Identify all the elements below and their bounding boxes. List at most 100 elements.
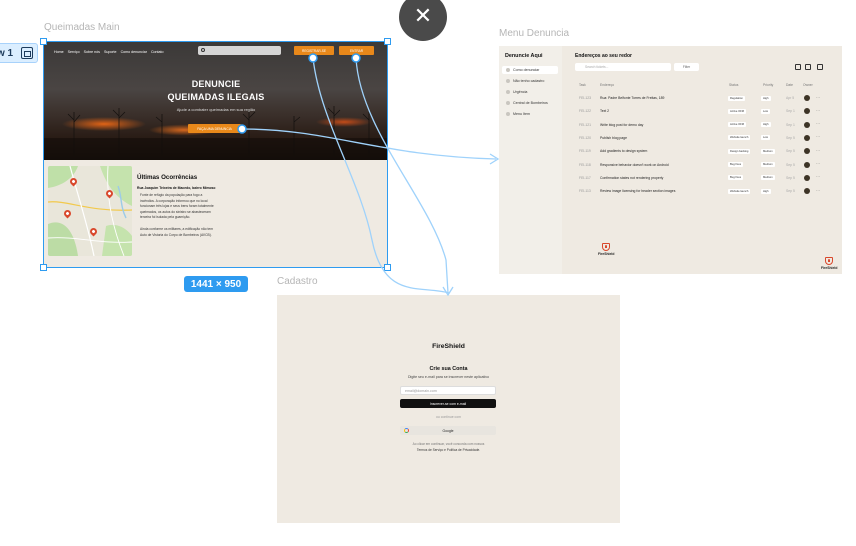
more-options-icon[interactable]: ··· xyxy=(816,134,820,139)
avatar[interactable] xyxy=(804,134,810,141)
avatar[interactable] xyxy=(804,121,810,128)
ticket-date: Sep 5 xyxy=(786,135,795,140)
email-field[interactable]: email@domain.com xyxy=(400,386,496,395)
frame-label-menu[interactable]: Menu Denuncia xyxy=(499,28,569,39)
ticket-title[interactable]: Responsive behavior doesn't work on Andr… xyxy=(600,163,669,167)
status-badge: Bug fixes xyxy=(728,175,744,181)
circle-icon xyxy=(506,112,510,116)
resize-handle-bottom-right[interactable] xyxy=(384,264,391,271)
signup-title: Crie sua Conta xyxy=(429,366,468,372)
ticket-date: Sep 5 xyxy=(786,162,795,167)
frame-label-main[interactable]: Queimadas Main xyxy=(44,22,120,33)
signup-subtitle: Digite seu e-mail para se inscrever nest… xyxy=(407,375,490,379)
avatar[interactable] xyxy=(804,188,810,195)
table-header-address: Endereço xyxy=(600,83,615,87)
ticket-title[interactable]: Write blog post for demo day xyxy=(600,123,643,127)
avatar[interactable] xyxy=(804,148,810,155)
play-flow-icon[interactable] xyxy=(21,47,34,59)
more-options-icon[interactable]: ··· xyxy=(816,95,820,100)
avatar[interactable] xyxy=(804,174,810,181)
circle-icon xyxy=(506,90,510,94)
table-header-priority: Priority xyxy=(763,83,774,87)
more-options-icon[interactable]: ··· xyxy=(816,148,820,153)
calendar-view-icon[interactable] xyxy=(817,64,823,70)
sidebar-item-label: Central de Bombeiros xyxy=(513,101,548,105)
ticket-id[interactable]: FEI-117 xyxy=(579,176,591,180)
frame-cadastro[interactable]: FireShield Crie sua Conta Digite seu e-m… xyxy=(277,295,620,523)
ticket-id[interactable]: FEI-121 xyxy=(579,123,591,127)
sidebar-item-label: Como denunciar xyxy=(513,68,540,72)
avatar[interactable] xyxy=(804,161,810,168)
circle-icon xyxy=(506,79,510,83)
ticket-id[interactable]: FEI-122 xyxy=(579,109,591,113)
table-header-status: Status xyxy=(729,83,739,87)
status-badge: Regulation xyxy=(728,95,745,101)
status-badge: Active OFM xyxy=(728,108,747,114)
priority-badge: High xyxy=(761,122,771,128)
terms-link[interactable]: Termos de Serviço e Política de Privacid… xyxy=(277,448,620,452)
flow-start-label: w 1 xyxy=(0,47,14,59)
fireshield-logo: FireShield xyxy=(598,243,614,256)
sidebar-item-urgencia[interactable]: Urgência xyxy=(502,88,558,96)
ticket-title[interactable]: Text 2 xyxy=(600,109,609,113)
priority-badge: Medium xyxy=(761,175,775,181)
avatar[interactable] xyxy=(804,108,810,115)
selection-size-badge: 1441 × 950 xyxy=(184,276,248,292)
more-options-icon[interactable]: ··· xyxy=(816,174,820,179)
resize-handle-top-left[interactable] xyxy=(40,38,47,45)
ticket-title[interactable]: Add gradients to design system xyxy=(600,149,647,153)
avatar[interactable] xyxy=(804,95,810,101)
ticket-search-input[interactable]: Search tickets... xyxy=(575,63,671,71)
google-icon xyxy=(404,428,409,433)
circle-icon xyxy=(506,101,510,105)
ticket-title[interactable]: Review image licensing for header sectio… xyxy=(600,189,675,193)
close-icon: ✕ xyxy=(413,4,433,29)
priority-badge: High xyxy=(761,188,771,194)
status-badge: Design backlog xyxy=(728,148,751,154)
more-options-icon[interactable]: ··· xyxy=(816,108,820,113)
email-signup-button[interactable]: Inscrever-se com e-mail xyxy=(400,399,496,408)
frame-menu-denuncia[interactable]: Denuncie Aqui Como denunciar Não tenho c… xyxy=(499,46,842,274)
circle-icon xyxy=(506,68,510,72)
status-badge: Bug fixes xyxy=(728,162,744,167)
ticket-title[interactable]: Publish blog page xyxy=(600,136,627,140)
frame-label-cadastro[interactable]: Cadastro xyxy=(277,276,318,287)
brand-name: FireShield xyxy=(821,266,838,270)
filter-button[interactable]: Filter xyxy=(674,63,699,71)
or-divider: ou continue com xyxy=(436,415,461,419)
google-signin-button[interactable]: Google xyxy=(400,426,496,435)
google-label: Google xyxy=(442,428,454,433)
flow-start-tag[interactable]: w 1 xyxy=(0,43,39,63)
ticket-id[interactable]: FEI-118 xyxy=(579,163,591,167)
ticket-date: Sep 1 xyxy=(786,109,795,114)
sidebar-item-como-denunciar[interactable]: Como denunciar xyxy=(502,66,558,74)
resize-handle-bottom-left[interactable] xyxy=(40,264,47,271)
priority-badge: High xyxy=(761,95,771,101)
table-header-date: Date xyxy=(786,83,793,87)
status-badge: Website launch xyxy=(728,188,751,194)
ticket-id[interactable]: FEI-123 xyxy=(579,96,591,100)
shield-icon xyxy=(825,257,834,265)
grid-view-icon[interactable] xyxy=(805,64,811,70)
ticket-date: Apr 5 xyxy=(786,96,795,100)
ticket-title[interactable]: Rua: Padre Belfonte Torres de Freitas, 1… xyxy=(600,96,664,100)
ticket-id[interactable]: FEI-119 xyxy=(579,149,591,153)
ticket-title[interactable]: Confirmation states not rendering proper… xyxy=(600,176,663,180)
sidebar-item-label: Não tenho cadastro xyxy=(513,79,545,83)
close-button[interactable]: ✕ xyxy=(399,0,447,41)
more-options-icon[interactable]: ··· xyxy=(816,121,820,126)
resize-handle-top-right[interactable] xyxy=(384,38,391,45)
sidebar-item-sem-cadastro[interactable]: Não tenho cadastro xyxy=(502,77,558,85)
status-badge: Website launch xyxy=(728,135,751,141)
arrow-head-icon xyxy=(489,153,500,165)
sidebar-item-menu-item[interactable]: Menu Item xyxy=(502,110,558,118)
more-options-icon[interactable]: ··· xyxy=(816,188,820,193)
list-view-icon[interactable] xyxy=(795,64,801,70)
legal-text: Ao clicar em continuar, você concorda co… xyxy=(412,442,485,446)
content-title: Endereços ao seu redor xyxy=(575,53,632,59)
ticket-id[interactable]: FEI-113 xyxy=(579,189,591,193)
menu-sidebar: Denuncie Aqui Como denunciar Não tenho c… xyxy=(499,46,562,274)
sidebar-item-bombeiros[interactable]: Central de Bombeiros xyxy=(502,99,558,107)
more-options-icon[interactable]: ··· xyxy=(816,161,820,166)
ticket-id[interactable]: FEI-120 xyxy=(579,136,591,140)
